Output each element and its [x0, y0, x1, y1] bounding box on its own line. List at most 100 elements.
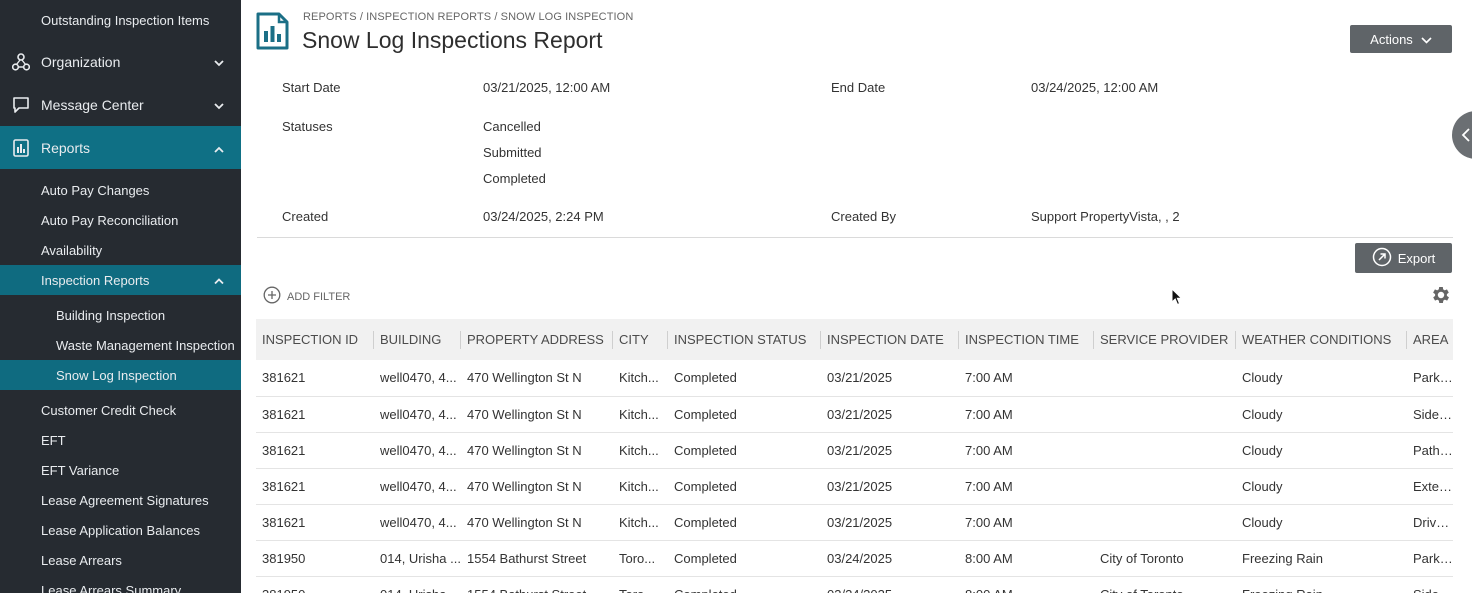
table-cell: well0470, 4... — [374, 360, 461, 397]
column-header-inspection-date[interactable]: INSPECTION DATE — [821, 319, 959, 360]
sidebar-item-customer-credit-check[interactable]: Customer Credit Check — [0, 395, 241, 425]
table-cell — [1094, 396, 1236, 433]
sidebar-item-label: Lease Agreement Signatures — [41, 492, 209, 508]
table-cell: Toro... — [613, 540, 668, 577]
export-icon — [1372, 247, 1392, 270]
table-row[interactable]: 381621 well0470, 4... 470 Wellington St NK… — [256, 360, 1453, 397]
table-cell: 470 Wellington St N — [461, 432, 613, 469]
table-cell: Completed — [668, 576, 821, 593]
report-document-icon — [256, 12, 289, 50]
column-header-inspection-status[interactable]: INSPECTION STATUS — [668, 319, 821, 360]
table-cell: 014, Urisha ... — [374, 540, 461, 577]
column-header-service-provider[interactable]: SERVICE PROVIDER — [1094, 319, 1236, 360]
chevron-left-icon — [1461, 128, 1470, 142]
table-cell: Completed — [668, 504, 821, 541]
column-header-property-address[interactable]: PROPERTY ADDRESS — [461, 319, 613, 360]
side-panel-toggle[interactable] — [1452, 111, 1472, 159]
table-cell: 7:00 AM — [959, 396, 1094, 433]
column-header-inspection-id[interactable]: INSPECTION ID — [256, 319, 374, 360]
status-value: Submitted — [483, 145, 542, 160]
table-cell: Cloudy — [1236, 504, 1407, 541]
created-by-value: Support PropertyVista, , 2 — [1031, 209, 1180, 224]
table-cell: 470 Wellington St N — [461, 504, 613, 541]
table-cell: well0470, 4... — [374, 468, 461, 505]
sidebar-item-lease-agreement-signatures[interactable]: Lease Agreement Signatures — [0, 485, 241, 515]
sidebar-item-label: Snow Log Inspection — [56, 367, 177, 383]
table-row[interactable]: 381621 well0470, 4... 470 Wellington St NK… — [256, 432, 1453, 469]
table-cell: Completed — [668, 540, 821, 577]
sidebar-item-label: Availability — [41, 242, 103, 258]
sidebar-item-label: Inspection Reports — [41, 272, 150, 288]
sidebar-item-label: Lease Arrears — [41, 552, 122, 568]
created-value: 03/24/2025, 2:24 PM — [483, 209, 604, 224]
table-cell: 381950 — [256, 540, 374, 577]
sidebar-item-waste-management-inspection[interactable]: Waste Management Inspection — [0, 330, 241, 360]
add-filter-label: ADD FILTER — [287, 290, 351, 303]
table-cell: Cloudy — [1236, 468, 1407, 505]
table-cell: Kitch... — [613, 504, 668, 541]
sidebar-item-lease-arrears-summary[interactable]: Lease Arrears Summary — [0, 575, 241, 593]
sidebar-item-availability[interactable]: Availability — [0, 235, 241, 265]
table-row[interactable]: 381950014, Urisha ...1554 Bathurst Stree… — [256, 576, 1453, 593]
sidebar-item-eft-variance[interactable]: EFT Variance — [0, 455, 241, 485]
add-filter-button[interactable]: ADD FILTER — [263, 286, 350, 307]
table-cell: Parkin... — [1407, 540, 1453, 577]
column-header-weather-conditions[interactable]: WEATHER CONDITIONS — [1236, 319, 1407, 360]
sidebar-item-lease-arrears[interactable]: Lease Arrears — [0, 545, 241, 575]
sidebar-item-label: Outstanding Inspection Items — [41, 12, 210, 28]
table-cell: Freezing Rain — [1236, 540, 1407, 577]
sidebar-item-snow-log-inspection[interactable]: Snow Log Inspection — [0, 360, 241, 390]
status-value: Completed — [483, 171, 546, 186]
table-cell: Sidew... — [1407, 396, 1453, 433]
sidebar-item-auto-pay-changes[interactable]: Auto Pay Changes — [0, 175, 241, 205]
sidebar-item-inspection-reports[interactable]: Inspection Reports — [0, 265, 241, 295]
sidebar-item-auto-pay-reconciliation[interactable]: Auto Pay Reconciliation — [0, 205, 241, 235]
table-cell: Pathw... — [1407, 432, 1453, 469]
table-cell: Drive... — [1407, 504, 1453, 541]
table-header-row: INSPECTION ID BUILDING PROPERTY ADDRESS … — [256, 319, 1453, 360]
table-cell: 381621 — [256, 432, 374, 469]
table-cell: Completed — [668, 396, 821, 433]
mouse-cursor-icon — [1171, 287, 1183, 309]
actions-button[interactable]: Actions — [1350, 25, 1452, 53]
table-cell: 381621 — [256, 360, 374, 397]
column-header-area[interactable]: AREA — [1407, 319, 1453, 360]
sidebar-section-label: Organization — [41, 53, 121, 70]
column-header-city[interactable]: CITY — [613, 319, 668, 360]
sidebar-section-reports[interactable]: Reports — [0, 126, 241, 169]
column-header-inspection-time[interactable]: INSPECTION TIME — [959, 319, 1094, 360]
sidebar-section-label: Reports — [41, 139, 91, 156]
column-header-building[interactable]: BUILDING — [374, 319, 461, 360]
sidebar-item-label: Lease Arrears Summary — [41, 582, 182, 593]
table-cell: Sidew... — [1407, 576, 1453, 593]
table-row[interactable]: 381621 well0470, 4... 470 Wellington St NK… — [256, 396, 1453, 433]
table-cell: 03/21/2025 — [821, 504, 959, 541]
table-cell: Completed — [668, 468, 821, 505]
table-cell: 470 Wellington St N — [461, 360, 613, 397]
start-date-value: 03/21/2025, 12:00 AM — [483, 80, 611, 95]
table-cell: Cloudy — [1236, 396, 1407, 433]
created-label: Created — [282, 209, 329, 224]
sidebar-section-organization[interactable]: Organization — [0, 40, 241, 83]
table-row[interactable]: 381621 well0470, 4... 470 Wellington St NK… — [256, 504, 1453, 541]
gear-icon[interactable] — [1430, 284, 1452, 309]
breadcrumb[interactable]: REPORTS / INSPECTION REPORTS / SNOW LOG … — [303, 11, 633, 23]
table-row[interactable]: 381950014, Urisha ...1554 Bathurst Stree… — [256, 540, 1453, 577]
end-date-label: End Date — [831, 80, 886, 95]
table-cell — [1094, 468, 1236, 505]
export-button[interactable]: Export — [1355, 243, 1452, 273]
sidebar: Outstanding Inspection Items Organizatio… — [0, 0, 241, 593]
sidebar-item-outstanding-inspection-items[interactable]: Outstanding Inspection Items — [0, 0, 241, 40]
table-cell: 7:00 AM — [959, 468, 1094, 505]
table-cell — [1094, 504, 1236, 541]
table-cell: 7:00 AM — [959, 360, 1094, 397]
sidebar-item-eft[interactable]: EFT — [0, 425, 241, 455]
table-row[interactable]: 381621 well0470, 4... 470 Wellington St NK… — [256, 468, 1453, 505]
table-cell: 03/21/2025 — [821, 468, 959, 505]
start-date-label: Start Date — [282, 80, 341, 95]
sidebar-item-building-inspection[interactable]: Building Inspection — [0, 300, 241, 330]
sidebar-item-label: EFT — [41, 432, 66, 448]
table-cell: 03/21/2025 — [821, 396, 959, 433]
sidebar-item-lease-application-balances[interactable]: Lease Application Balances — [0, 515, 241, 545]
sidebar-section-message-center[interactable]: Message Center — [0, 83, 241, 126]
